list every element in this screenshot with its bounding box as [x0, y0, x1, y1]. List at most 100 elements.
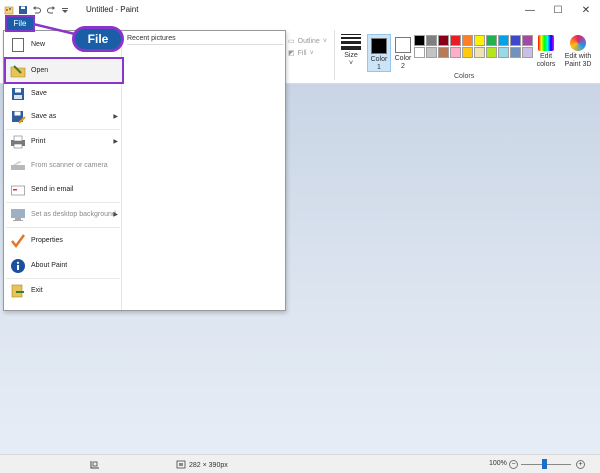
menu-item-about-paint[interactable]: About Paint	[6, 254, 122, 277]
edit3d-label-1: Edit with	[564, 53, 592, 60]
email-icon	[10, 182, 26, 198]
menu-item-properties[interactable]: Properties	[6, 229, 122, 252]
edit3d-label-2: Paint 3D	[564, 61, 592, 68]
palette-swatch[interactable]	[498, 47, 509, 58]
callout-connector	[33, 22, 75, 36]
close-button[interactable]: ✕	[572, 0, 600, 20]
palette-swatch[interactable]	[450, 47, 461, 58]
palette-swatch[interactable]	[486, 47, 497, 58]
palette-swatch[interactable]	[426, 35, 437, 46]
info-icon	[10, 258, 26, 274]
zoom-level: 100%	[489, 460, 507, 467]
new-file-icon	[10, 37, 26, 53]
printer-icon	[10, 134, 26, 150]
color1-button[interactable]: Color 1	[367, 34, 391, 72]
size-label: Size	[344, 52, 358, 59]
palette-swatch[interactable]	[510, 47, 521, 58]
zoom-in-button[interactable]: +	[576, 460, 585, 469]
quick-access-toolbar	[0, 5, 70, 15]
outline-icon: ▭	[288, 38, 295, 45]
desktop-icon	[10, 207, 26, 223]
fill-icon: ◩	[288, 50, 295, 57]
divider	[127, 44, 283, 45]
menu-item-label: About Paint	[31, 262, 68, 269]
customize-toolbar-icon[interactable]	[60, 5, 70, 15]
recent-pictures-title: Recent pictures	[127, 35, 176, 42]
open-folder-icon	[10, 63, 26, 79]
color1-number: 1	[377, 64, 381, 71]
palette-swatch[interactable]	[498, 35, 509, 46]
palette-swatch[interactable]	[486, 35, 497, 46]
palette-swatch[interactable]	[414, 35, 425, 46]
menu-item-label: Save	[31, 90, 47, 97]
shape-options: ▭ Outline ˅ ◩ Fill ˅	[288, 36, 327, 60]
redo-icon[interactable]	[46, 5, 56, 15]
color2-button[interactable]: Color 2	[391, 34, 415, 72]
divider	[6, 227, 120, 228]
menu-item-label: Save as	[31, 113, 57, 120]
ribbon-divider	[334, 30, 335, 80]
minimize-button[interactable]: —	[516, 0, 544, 20]
chevron-right-icon: ▶	[113, 212, 118, 218]
menu-item-set-desktop-background[interactable]: Set as desktop background ▶	[6, 203, 122, 226]
color1-swatch	[371, 38, 387, 54]
palette-swatch[interactable]	[414, 47, 425, 58]
size-lines-icon	[341, 34, 361, 50]
outline-button[interactable]: ▭ Outline ˅	[288, 36, 327, 48]
status-bar: 282 × 390px 100% − +	[0, 454, 600, 473]
palette-swatch[interactable]	[510, 35, 521, 46]
outline-label: Outline	[297, 38, 320, 45]
palette-swatch[interactable]	[474, 35, 485, 46]
undo-icon[interactable]	[32, 5, 42, 15]
chevron-right-icon: ▶	[113, 114, 118, 120]
color2-swatch	[395, 37, 411, 53]
menu-item-open[interactable]: Open	[4, 57, 124, 84]
menu-item-send-email[interactable]: Send in email	[6, 178, 122, 201]
chevron-right-icon: ▶	[113, 139, 118, 145]
file-tab[interactable]: File	[5, 15, 35, 32]
palette-swatch[interactable]	[522, 35, 533, 46]
fill-button[interactable]: ◩ Fill ˅	[288, 48, 327, 60]
edit-colors-button[interactable]: Edit colors	[534, 35, 558, 69]
paint3d-icon	[570, 35, 586, 51]
zoom-out-button[interactable]: −	[509, 460, 518, 469]
color2-number: 2	[401, 63, 405, 70]
palette-swatch[interactable]	[426, 47, 437, 58]
save-icon	[10, 86, 26, 102]
checkmark-icon	[10, 233, 26, 249]
zoom-slider-thumb[interactable]	[542, 459, 547, 469]
cursor-position	[90, 460, 100, 471]
edit-colors-label-1: Edit	[539, 53, 553, 60]
palette-swatch[interactable]	[462, 35, 473, 46]
menu-item-from-scanner[interactable]: From scanner or camera	[6, 154, 122, 177]
palette-swatch[interactable]	[462, 47, 473, 58]
palette-swatch[interactable]	[474, 47, 485, 58]
menu-item-save[interactable]: Save	[6, 82, 122, 105]
menu-item-save-as[interactable]: Save as ▶	[6, 105, 122, 128]
palette-swatch[interactable]	[450, 35, 461, 46]
palette-swatch[interactable]	[522, 47, 533, 58]
chevron-down-icon: ˅	[322, 38, 327, 45]
color-palette	[414, 35, 533, 58]
title-bar: Untitled - Paint — ☐ ✕	[0, 0, 600, 20]
menu-item-exit[interactable]: Exit	[6, 279, 122, 302]
menu-item-label: Print	[31, 138, 46, 145]
maximize-button[interactable]: ☐	[544, 0, 572, 20]
palette-swatch[interactable]	[438, 47, 449, 58]
window-title: Untitled - Paint	[86, 5, 139, 14]
cursor-position-icon	[90, 460, 100, 471]
size-button[interactable]: Size ˅	[338, 34, 364, 68]
menu-item-label: Properties	[31, 237, 63, 244]
save-as-icon	[10, 109, 26, 125]
chevron-down-icon: ˅	[309, 50, 314, 57]
menu-item-label: Send in email	[31, 186, 74, 193]
exit-icon	[10, 283, 26, 299]
menu-item-label: New	[31, 41, 46, 48]
edit-with-paint3d-button[interactable]: Edit with Paint 3D	[562, 35, 594, 69]
menu-item-print[interactable]: Print ▶	[6, 130, 122, 153]
palette-swatch[interactable]	[438, 35, 449, 46]
color-spectrum-icon	[538, 35, 554, 51]
menu-item-label: Exit	[31, 287, 43, 294]
save-icon[interactable]	[18, 5, 28, 15]
dimensions-icon	[176, 460, 186, 471]
